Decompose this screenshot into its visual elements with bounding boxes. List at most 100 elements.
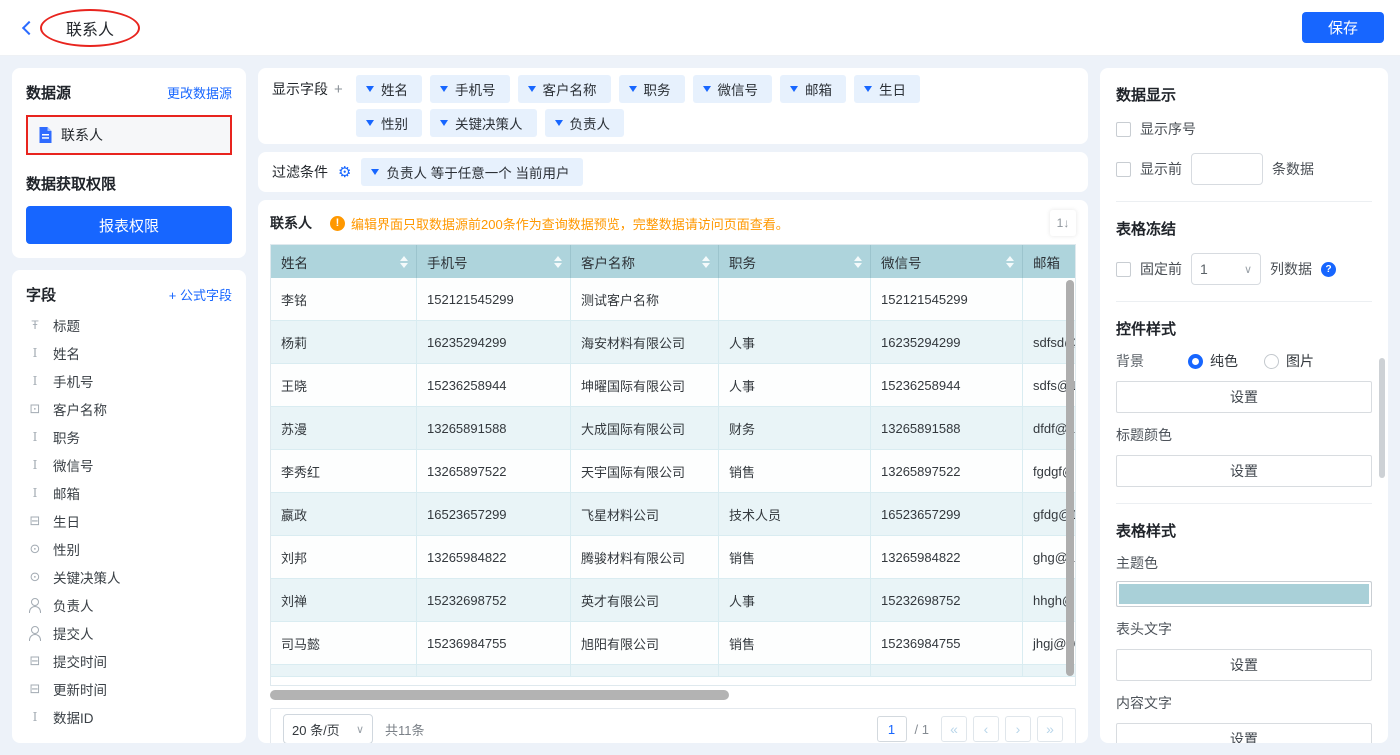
back-button[interactable]	[16, 17, 38, 39]
field-item[interactable]: 数据ID	[26, 703, 232, 731]
change-datasource-link[interactable]: 更改数据源	[167, 83, 232, 102]
field-item[interactable]: 生日	[26, 507, 232, 535]
add-formula-field-link[interactable]: + 公式字段	[169, 285, 232, 304]
row-limit-input[interactable]	[1191, 153, 1263, 185]
cell: 旭阳有限公司	[571, 622, 719, 665]
table-row: 王晓15236258944坤曜国际有限公司人事15236258944sdfs@1	[271, 364, 1075, 407]
freeze-checkbox[interactable]	[1116, 262, 1131, 277]
field-item[interactable]: 姓名	[26, 339, 232, 367]
bg-solid-radio[interactable]: 纯色	[1188, 351, 1238, 371]
column-header[interactable]: 邮箱	[1023, 245, 1075, 278]
field-chip[interactable]: 客户名称	[518, 75, 611, 103]
filter-condition-chip[interactable]: 负责人 等于任意一个 当前用户	[361, 158, 583, 186]
column-header[interactable]: 职务	[719, 245, 871, 278]
field-chip[interactable]: 性别	[356, 109, 422, 137]
chevron-down-icon	[366, 86, 374, 92]
show-index-checkbox[interactable]	[1116, 122, 1131, 137]
field-chip[interactable]: 邮箱	[780, 75, 846, 103]
display-fields-card: 显示字段 + 姓名 手机号 客户名称 职务 微信号 邮箱 生日 性别	[258, 68, 1088, 144]
field-item[interactable]: 客户名称	[26, 395, 232, 423]
field-chip-label: 微信号	[718, 79, 759, 99]
next-page-button[interactable]: ›	[1005, 716, 1031, 742]
field-item[interactable]: 职务	[26, 423, 232, 451]
cell: 财务	[719, 407, 871, 450]
field-item[interactable]: 更新时间	[26, 675, 232, 703]
help-icon[interactable]: ?	[1321, 262, 1336, 277]
preview-notice: ! 编辑界面只取数据源前200条作为查询数据预览，完整数据请访问页面查看。	[330, 214, 789, 233]
field-label: 数据ID	[53, 707, 94, 727]
sort-carets-icon[interactable]	[1006, 256, 1014, 268]
field-chip[interactable]: 姓名	[356, 75, 422, 103]
sort-carets-icon[interactable]	[400, 256, 408, 268]
cell: 海安材料有限公司	[571, 321, 719, 364]
field-chip[interactable]: 微信号	[693, 75, 773, 103]
panel-scrollbar[interactable]	[1379, 358, 1385, 478]
background-set-button[interactable]: 设置	[1116, 381, 1372, 413]
field-label: 更新时间	[53, 679, 107, 699]
field-item[interactable]: 邮箱	[26, 479, 232, 507]
prev-page-button[interactable]: ‹	[973, 716, 999, 742]
first-page-button[interactable]: «	[941, 716, 967, 742]
sort-carets-icon[interactable]	[554, 256, 562, 268]
theme-color-swatch[interactable]	[1116, 581, 1372, 607]
column-header[interactable]: 手机号	[417, 245, 571, 278]
table-row: 刘禅15232698752英才有限公司人事15232698752hhgh@	[271, 579, 1075, 622]
cell: 16235294299	[417, 321, 571, 364]
page-size-select[interactable]: 20 条/页 ∨	[283, 714, 373, 743]
last-page-button[interactable]: »	[1037, 716, 1063, 742]
field-chip[interactable]: 关键决策人	[430, 109, 537, 137]
fields-title: 字段	[26, 284, 56, 305]
column-header[interactable]: 客户名称	[571, 245, 719, 278]
field-chip-label: 负责人	[570, 113, 611, 133]
show-first-checkbox[interactable]	[1116, 162, 1131, 177]
theme-color-label: 主题色	[1116, 553, 1372, 573]
sort-carets-icon[interactable]	[702, 256, 710, 268]
field-chip[interactable]: 手机号	[430, 75, 510, 103]
sort-carets-icon[interactable]	[854, 256, 862, 268]
content-text-set-button[interactable]: 设置	[1116, 723, 1372, 743]
field-item[interactable]: 微信号	[26, 451, 232, 479]
freeze-count-select[interactable]: 1 ∨	[1191, 253, 1261, 285]
chevron-down-icon: ∨	[356, 723, 364, 736]
add-display-field-button[interactable]: +	[334, 81, 343, 98]
divider	[1116, 201, 1372, 202]
column-header[interactable]: 姓名	[271, 245, 417, 278]
report-builder-app: 联系人 保存 数据源 更改数据源 联系人 数据获取权限 报表权限 字段	[0, 0, 1400, 755]
field-chip[interactable]: 职务	[619, 75, 685, 103]
field-chip[interactable]: 负责人	[545, 109, 625, 137]
table-row: 李铭152121545299测试客户名称152121545299	[271, 278, 1075, 321]
field-item[interactable]: 提交人	[26, 619, 232, 647]
cell: 13265984822	[417, 536, 571, 579]
freeze-prefix-label: 固定前	[1140, 259, 1182, 279]
chevron-down-icon	[371, 169, 379, 175]
field-item[interactable]: 手机号	[26, 367, 232, 395]
show-index-label: 显示序号	[1140, 119, 1196, 139]
field-chip-label: 关键决策人	[455, 113, 523, 133]
date-field-icon	[26, 681, 44, 697]
current-page-input[interactable]: 1	[877, 716, 907, 742]
field-item[interactable]: 标题	[26, 311, 232, 339]
table-style-title: 表格样式	[1116, 520, 1372, 541]
field-item[interactable]: 提交时间	[26, 647, 232, 675]
text-field-icon	[26, 346, 44, 360]
bg-image-radio[interactable]: 图片	[1264, 351, 1314, 371]
field-item[interactable]: 性别	[26, 535, 232, 563]
column-header[interactable]: 微信号	[871, 245, 1023, 278]
widget-style-title: 控件样式	[1116, 318, 1372, 339]
cell: 苏漫	[271, 407, 417, 450]
sort-order-icon[interactable]: 1↓	[1050, 210, 1076, 236]
save-button[interactable]: 保存	[1302, 12, 1384, 43]
field-chip[interactable]: 生日	[854, 75, 920, 103]
gear-icon[interactable]: ⚙	[338, 165, 351, 180]
report-permission-button[interactable]: 报表权限	[26, 206, 232, 244]
show-first-label: 显示前	[1140, 159, 1182, 179]
datasource-item[interactable]: 联系人	[26, 115, 232, 155]
cell: 坤曜国际有限公司	[571, 364, 719, 407]
title-color-set-button[interactable]: 设置	[1116, 455, 1372, 487]
header-text-set-button[interactable]: 设置	[1116, 649, 1372, 681]
field-item[interactable]: 关键决策人	[26, 563, 232, 591]
radio-unselected-icon	[1264, 354, 1279, 369]
field-item[interactable]: 负责人	[26, 591, 232, 619]
horizontal-scrollbar[interactable]	[270, 690, 729, 700]
vertical-scrollbar[interactable]	[1066, 280, 1074, 676]
